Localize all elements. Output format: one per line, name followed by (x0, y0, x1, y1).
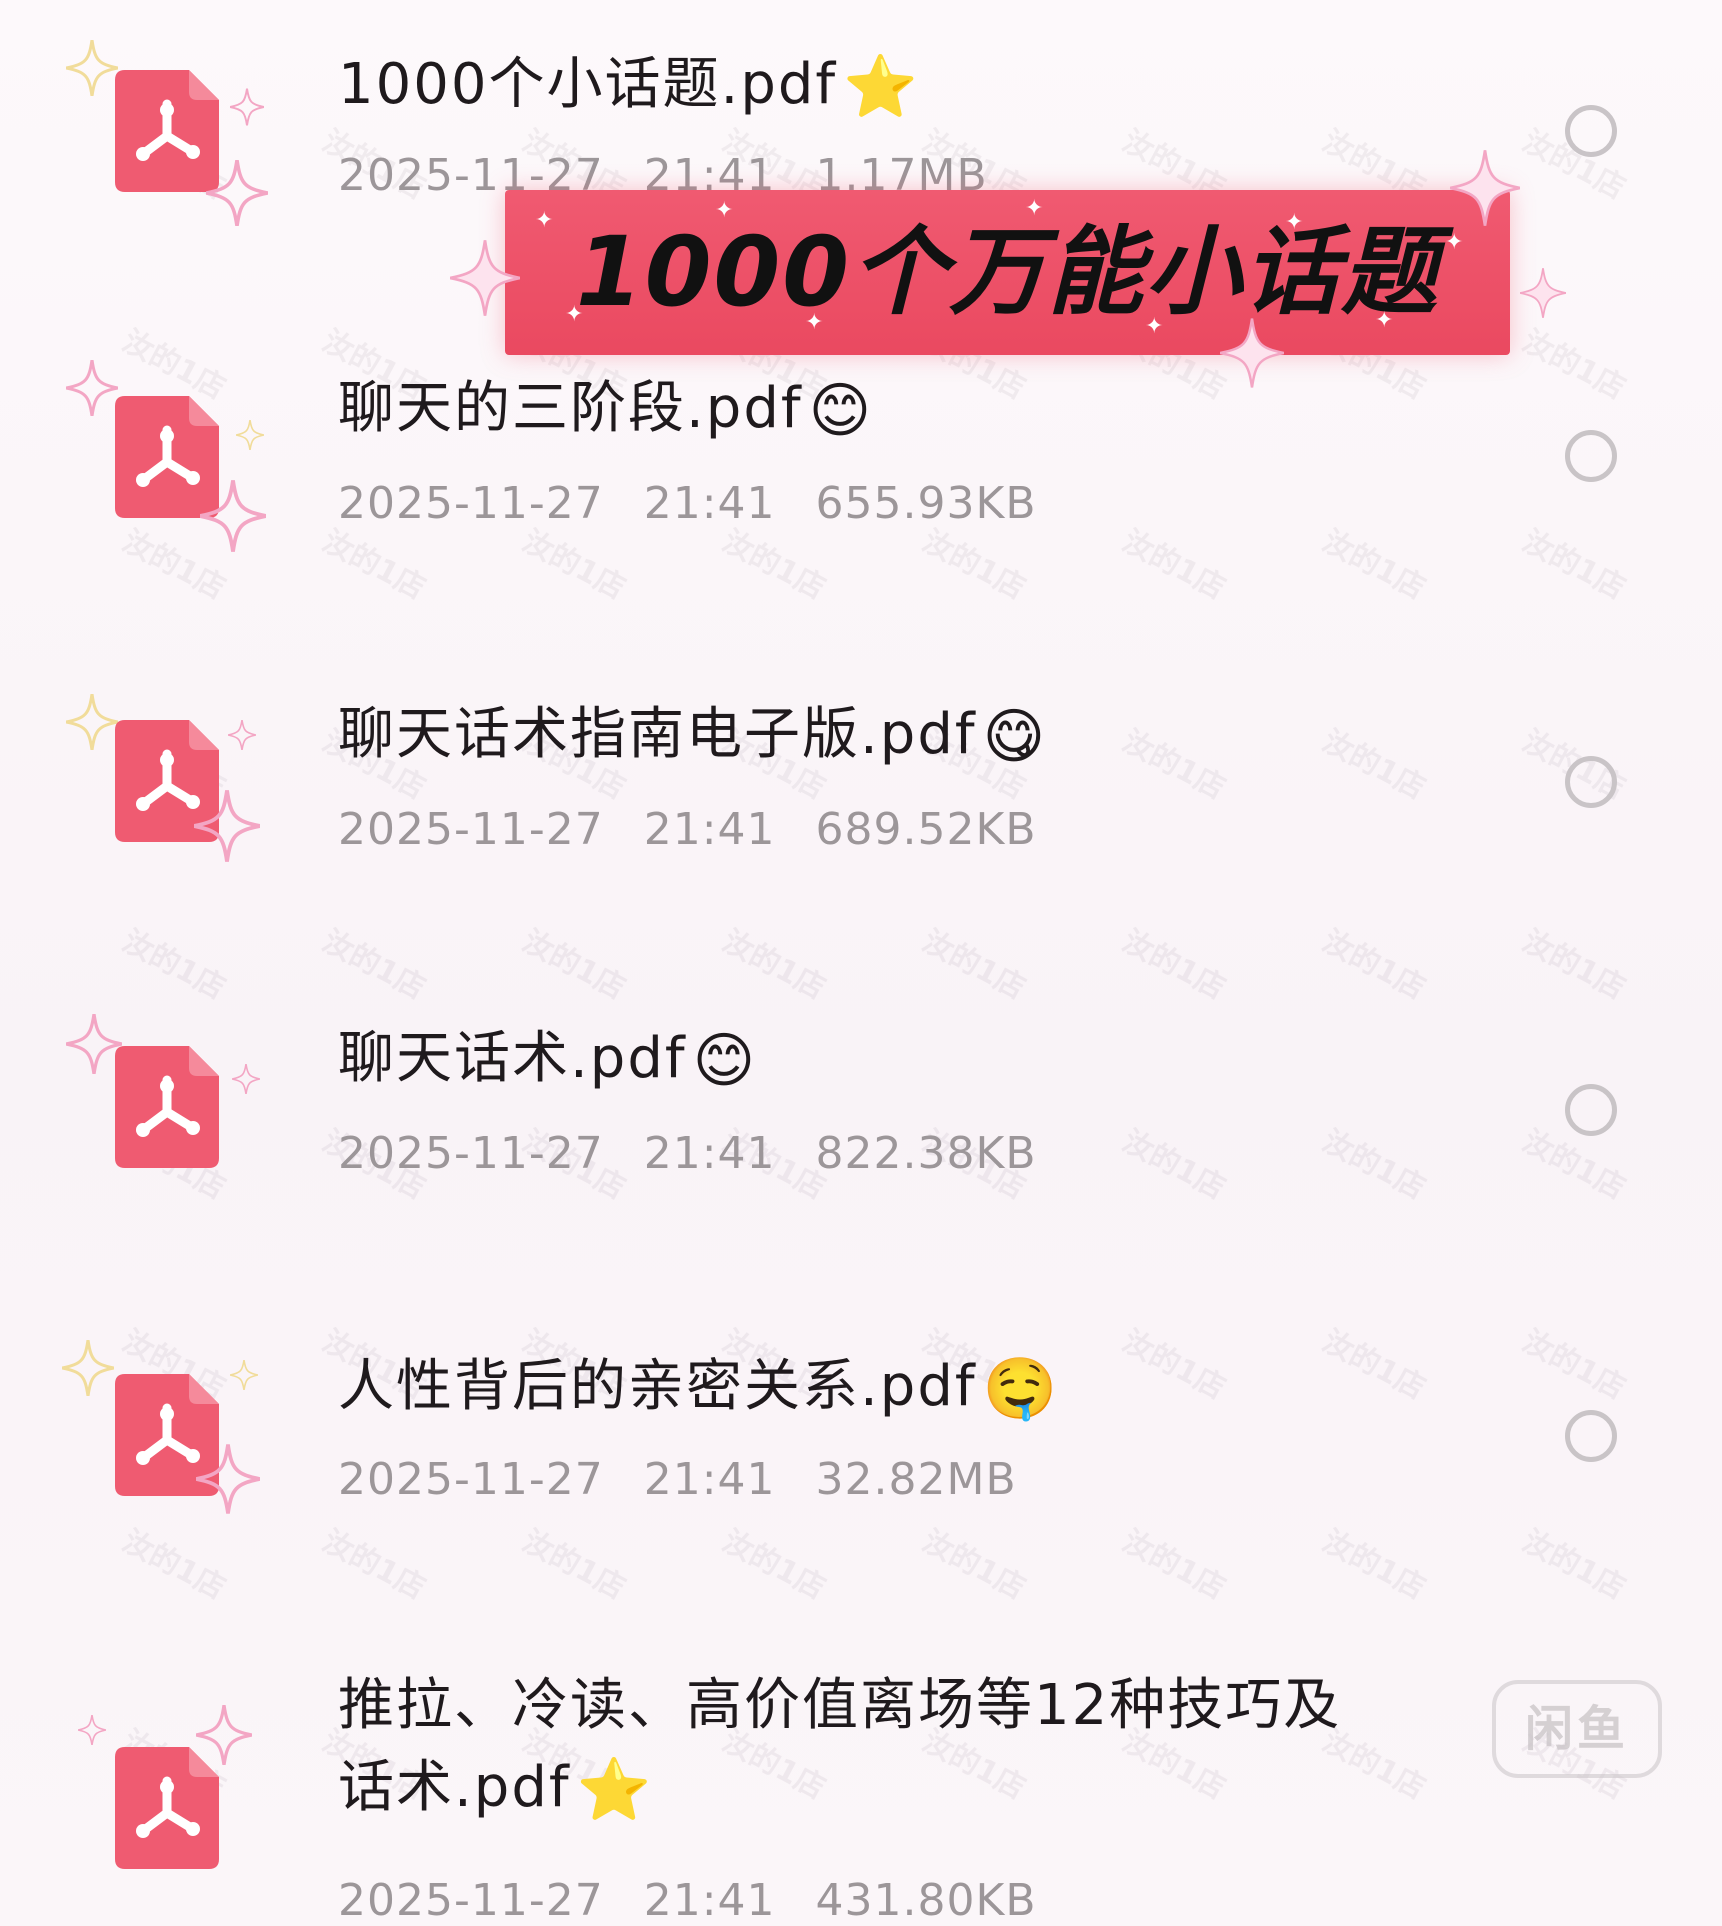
file-date: 2025-11-27 (338, 804, 604, 855)
file-size: 431.80KB (815, 1875, 1037, 1926)
sparkle-icon (61, 1339, 115, 1400)
title-banner: 1000个万能小话题 ✦ ✦ ✦ ✦ ✦ ✦ ✦ ✦ ✦ (505, 190, 1510, 355)
file-name: 聊天话术.pdf 😊 (338, 1018, 757, 1102)
sparkle-icon (231, 1063, 261, 1098)
file-name-text: 人性背后的亲密关系.pdf (338, 1354, 977, 1419)
file-meta: 2025-11-27 21:41 689.52KB (338, 804, 1077, 855)
smile-emoji-icon: 😊 (692, 1026, 758, 1096)
file-date: 2025-11-27 (338, 478, 604, 529)
sparkle-icon (65, 39, 119, 100)
pdf-file-icon (115, 720, 219, 842)
banner-title: 1000个万能小话题 (575, 216, 1440, 328)
list-item[interactable]: 人性背后的亲密关系.pdf 🤤 2025-11-27 21:41 32.82MB (0, 1330, 1722, 1630)
file-time: 21:41 (643, 1454, 776, 1505)
file-meta: 2025-11-27 21:41 431.80KB (338, 1875, 1077, 1926)
sparkle-icon (65, 693, 119, 754)
file-size: 689.52KB (815, 804, 1037, 855)
file-date: 2025-11-27 (338, 1875, 604, 1926)
list-item[interactable]: 聊天话术.pdf 😊 2025-11-27 21:41 822.38KB (0, 1000, 1722, 1300)
file-meta: 2025-11-27 21:41 655.93KB (338, 478, 1077, 529)
radio-circle-icon[interactable] (1565, 756, 1617, 808)
star-emoji-icon: ⭐ (576, 1755, 654, 1825)
file-date: 2025-11-27 (338, 1454, 604, 1505)
file-meta: 2025-11-27 21:41 32.82MB (338, 1454, 1057, 1505)
list-item[interactable]: 聊天话术指南电子版.pdf 😋 2025-11-27 21:41 689.52KB (0, 670, 1722, 970)
radio-circle-icon[interactable] (1565, 1084, 1617, 1136)
file-date: 2025-11-27 (338, 1128, 604, 1179)
file-name: 人性背后的亲密关系.pdf 🤤 (338, 1346, 1059, 1430)
sparkle-icon (229, 1359, 259, 1394)
file-name-text: 聊天的三阶段.pdf (338, 376, 803, 441)
pdf-file-icon (115, 396, 219, 518)
file-name-text: 推拉、冷读、高价值离场等12种技巧及话术.pdf (338, 1673, 1342, 1820)
file-name-text: 1000个小话题.pdf (338, 52, 838, 117)
file-time: 21:41 (643, 478, 776, 529)
sparkle-icon (229, 88, 265, 130)
sparkle-icon (235, 419, 265, 454)
radio-circle-icon[interactable] (1565, 105, 1617, 157)
sparkle-icon (227, 719, 257, 754)
file-list-screen: 汝的1店 汝的1店 汝的1店 汝的1店 汝的1店 汝的1店 汝的1店 汝的1店 汝的1店 汝的1店… (0, 0, 1722, 1926)
sparkle-icon (65, 1013, 123, 1078)
file-name-text: 聊天话术.pdf (338, 1026, 687, 1091)
file-name: 聊天的三阶段.pdf 😊 (338, 368, 873, 452)
pdf-file-icon (115, 1046, 219, 1168)
smile-emoji-icon: 😊 (808, 376, 874, 446)
file-size: 822.38KB (815, 1128, 1037, 1179)
file-meta: 2025-11-27 21:41 822.38KB (338, 1128, 1077, 1179)
pdf-file-icon (115, 1374, 219, 1496)
sparkle-icon (65, 359, 119, 420)
file-time: 21:41 (643, 804, 776, 855)
file-name: 聊天话术指南电子版.pdf 😋 (338, 694, 1047, 778)
file-size: 32.82MB (815, 1454, 1017, 1505)
file-size: 655.93KB (815, 478, 1037, 529)
file-name: 1000个小话题.pdf ⭐ (338, 44, 920, 128)
radio-circle-icon[interactable] (1565, 430, 1617, 482)
file-name-text: 聊天话术指南电子版.pdf (338, 702, 977, 767)
file-name: 推拉、冷读、高价值离场等12种技巧及话术.pdf ⭐ (338, 1665, 1398, 1831)
drool-emoji-icon: 🤤 (982, 1354, 1060, 1424)
yum-emoji-icon: 😋 (982, 702, 1048, 772)
sparkle-icon (77, 1714, 107, 1749)
file-time: 21:41 (643, 1128, 776, 1179)
pdf-file-icon (115, 1747, 219, 1869)
list-item[interactable]: 聊天的三阶段.pdf 😊 2025-11-27 21:41 655.93KB (0, 340, 1722, 640)
list-item[interactable]: 推拉、冷读、高价值离场等12种技巧及话术.pdf ⭐ 2025-11-27 21:4… (0, 1665, 1722, 1926)
file-time: 21:41 (643, 1875, 776, 1926)
xianyu-badge: 闲鱼 (1492, 1680, 1662, 1778)
radio-circle-icon[interactable] (1565, 1410, 1617, 1462)
star-emoji-icon: ⭐ (843, 52, 920, 122)
pdf-file-icon (115, 70, 219, 192)
